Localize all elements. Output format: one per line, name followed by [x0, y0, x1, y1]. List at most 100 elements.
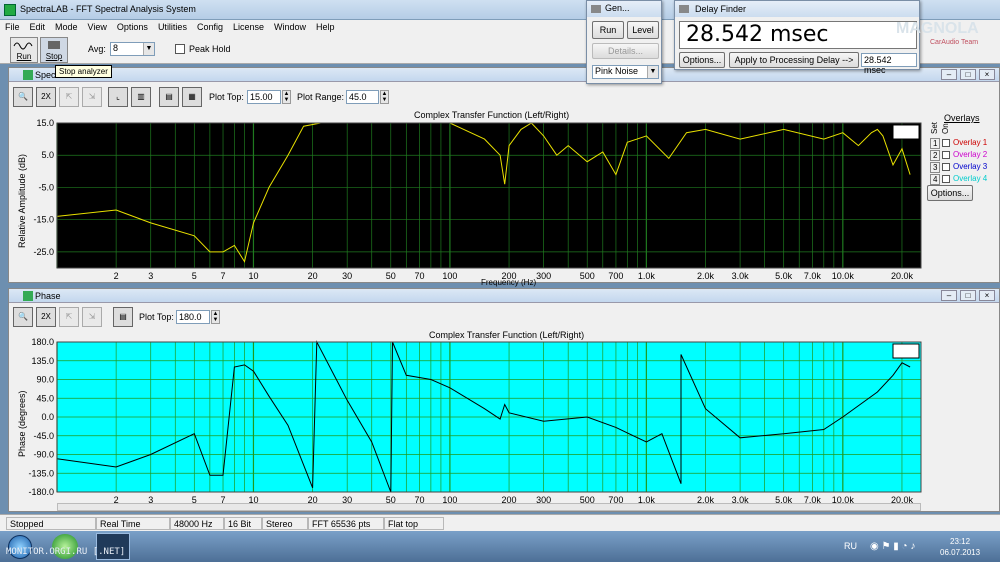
overlay-label: Overlay 4 — [953, 174, 988, 183]
on-label: On — [941, 123, 950, 134]
menu-help[interactable]: Help — [311, 20, 340, 34]
status-state: Stopped — [6, 517, 96, 530]
delay-value-field[interactable]: 28.542 msec — [861, 53, 917, 75]
y-tick-label: -180.0 — [28, 487, 54, 497]
overlay-checkbox[interactable] — [942, 151, 950, 159]
spectrum-chart[interactable]: 15.05.0-5.0-15.0-25.02 3 5 7 10 20 30 50 70 100 20… — [9, 68, 1000, 284]
app-icon — [4, 4, 16, 16]
app-title: SpectraLAB - FFT Spectral Analysis Syste… — [20, 4, 196, 14]
phase-chart[interactable]: 180.0 135.0 90.0 45.0 0.0 -45.0 -90.0 -135.0 -18… — [9, 289, 1000, 513]
menu-view[interactable]: View — [83, 20, 112, 34]
peak-hold-checkbox[interactable] — [175, 44, 185, 54]
marker-tool-icon — [892, 124, 920, 140]
y-tick-label: -5.0 — [38, 182, 54, 192]
chevron-down-icon: ▼ — [143, 43, 154, 55]
x-tick-label: 30 — [342, 271, 352, 281]
x-tick-label: 3.0k — [732, 271, 750, 281]
overlays-label: Overlays — [944, 113, 980, 123]
y-tick-label: 180.0 — [31, 337, 54, 347]
menu-utilities[interactable]: Utilities — [153, 20, 192, 34]
menu-window[interactable]: Window — [269, 20, 311, 34]
y-tick-label: 135.0 — [31, 356, 54, 366]
apply-delay-button[interactable]: Apply to Processing Delay --> — [729, 52, 859, 68]
menu-config[interactable]: Config — [192, 20, 228, 34]
status-window: Flat top — [384, 517, 444, 530]
menu-options[interactable]: Options — [112, 20, 153, 34]
y-tick-label: 90.0 — [36, 375, 54, 385]
generator-details-button[interactable]: Details... — [592, 43, 659, 59]
x-tick-label: 20.0k — [891, 271, 914, 281]
x-tick-label: 500 — [580, 271, 595, 281]
menu-license[interactable]: License — [228, 20, 269, 34]
x-tick-label: 5 — [192, 271, 197, 281]
clock-time[interactable]: 23:12 — [950, 537, 970, 546]
watermark-logo: MAGNOLA — [896, 20, 979, 37]
clock-date[interactable]: 06.07.2013 — [940, 548, 980, 557]
y-tick-label: -25.0 — [33, 247, 54, 257]
marker-tool-icon — [892, 343, 920, 359]
stop-button[interactable]: Stop — [40, 37, 68, 63]
x-tick-label: 7 — [221, 271, 226, 281]
chevron-down-icon: ▼ — [647, 66, 658, 78]
avg-label: Avg: — [88, 44, 106, 54]
y-tick-label: -90.0 — [33, 450, 54, 460]
run-button[interactable]: Run — [10, 37, 38, 63]
status-bar: Stopped Real Time 48000 Hz 16 Bit Stereo… — [0, 514, 1000, 531]
x-tick-label: 2 — [114, 271, 119, 281]
watermark-subtitle: CarAudio Team — [930, 39, 979, 46]
y-tick-label: -45.0 — [33, 431, 54, 441]
generator-run-button[interactable]: Run — [592, 21, 624, 39]
sine-wave-icon — [13, 42, 33, 50]
phase-panel: Phase – □ × 🔍 2X ⇱ ⇲ ▤ Plot Top: 180.0 ▲ ▼ … — [8, 288, 1000, 512]
overlay-label: Overlay 3 — [953, 162, 988, 171]
generator-icon — [591, 5, 601, 13]
menu-file[interactable]: File — [0, 20, 25, 34]
set-label: Set — [930, 121, 939, 134]
status-channels: Stereo — [262, 517, 308, 530]
spectrum-panel: Spectrum –□× 🔍 2X ⇱ ⇲ ⌞ ▥ ▤ ▦ Plot Top: … — [8, 67, 1000, 287]
tray-icons[interactable]: ◉ ⚑ ▮ ◔ ♪ — [870, 541, 915, 552]
status-fft: FFT 65536 pts — [308, 517, 384, 530]
y-tick-label: 15.0 — [36, 118, 54, 128]
horizontal-scrollbar[interactable] — [57, 503, 921, 511]
delay-finder-window: Delay Finder 28.542 msec Options... Appl… — [674, 0, 920, 75]
watermark-url: MONITOR.ORGI.RU [.NET] — [6, 547, 126, 557]
overlay-set-button[interactable]: 2 — [930, 150, 941, 161]
x-tick-label: 20 — [308, 271, 318, 281]
generator-title: Gen... — [605, 3, 630, 13]
x-tick-label: 2.0k — [697, 271, 715, 281]
generator-window: Gen... Run Level Details... Pink Noise ▼ — [586, 0, 662, 84]
x-tick-label: 300 — [536, 271, 551, 281]
overlay-set-button[interactable]: 1 — [930, 138, 941, 149]
x-tick-label: 1.0k — [638, 271, 656, 281]
plot-background — [57, 123, 921, 268]
generator-level-button[interactable]: Level — [627, 21, 659, 39]
overlay-checkbox[interactable] — [942, 139, 950, 147]
language-indicator[interactable]: RU — [844, 541, 857, 551]
peak-hold-label: Peak Hold — [189, 44, 231, 54]
overlay-set-button[interactable]: 3 — [930, 162, 941, 173]
x-tick-label: 50 — [386, 271, 396, 281]
avg-select[interactable]: 8 ▼ — [110, 42, 155, 56]
menu-edit[interactable]: Edit — [25, 20, 51, 34]
noise-type-select[interactable]: Pink Noise ▼ — [592, 65, 659, 79]
x-tick-label: 100 — [442, 271, 457, 281]
status-sample-rate: 48000 Hz — [170, 517, 224, 530]
y-tick-label: 45.0 — [36, 393, 54, 403]
delay-finder-icon — [679, 5, 689, 13]
overlay-options-button[interactable]: Options... — [927, 185, 973, 201]
y-tick-label: -135.0 — [28, 468, 54, 478]
x-tick-label: 700 — [608, 271, 623, 281]
status-bits: 16 Bit — [224, 517, 262, 530]
overlay-checkbox[interactable] — [942, 175, 950, 183]
taskbar: MONITOR.ORGI.RU [.NET] RU ◉ ⚑ ▮ ◔ ♪ 23:1… — [0, 531, 1000, 562]
menu-mode[interactable]: Mode — [50, 20, 83, 34]
x-tick-label: 10 — [248, 271, 258, 281]
overlay-label: Overlay 1 — [953, 138, 988, 147]
y-tick-label: -15.0 — [33, 215, 54, 225]
overlay-checkbox[interactable] — [942, 163, 950, 171]
delay-options-button[interactable]: Options... — [679, 52, 725, 68]
x-tick-label: 70 — [414, 271, 424, 281]
overlay-set-button[interactable]: 4 — [930, 174, 941, 185]
x-tick-label: 5.0k — [775, 271, 793, 281]
